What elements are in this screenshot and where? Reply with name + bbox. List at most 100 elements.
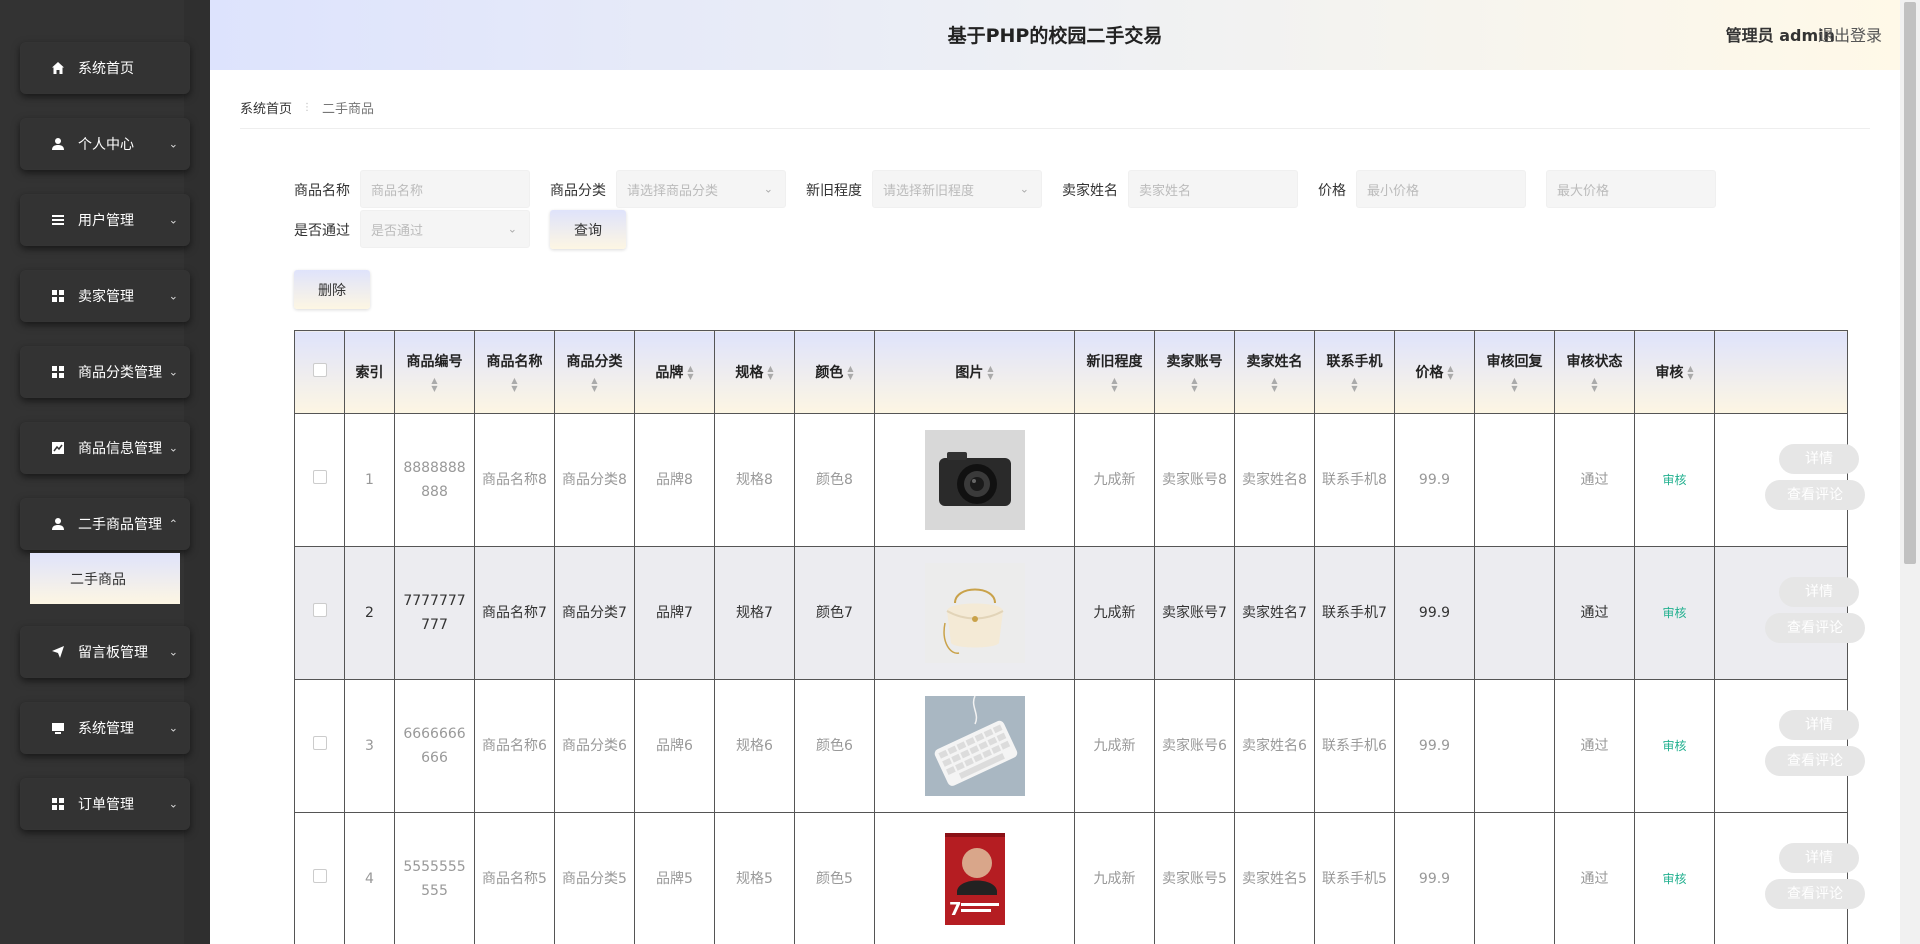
header-code[interactable]: 商品编号 ▲ ▼ (394, 330, 475, 414)
sort-icon[interactable]: ▲ ▼ (1555, 377, 1634, 393)
cell-phone: 联系手机7 (1314, 546, 1395, 680)
passed-select[interactable]: 是否通过 ⌄ (360, 210, 530, 248)
sidebar-item-product-info-management[interactable]: 商品信息管理 ⌄ (20, 422, 190, 474)
header-spec[interactable]: 规格 ▲ ▼ (714, 330, 795, 414)
sort-icon[interactable]: ▲ ▼ (1475, 377, 1554, 393)
sidebar-item-seller-management[interactable]: 卖家管理 ⌄ (20, 270, 190, 322)
logout-link[interactable]: 退出登录 (1818, 0, 1882, 70)
table-row: 4 5555555555 商品名称5 商品分类5 品牌5 规格5 颜色5 7 九… (294, 812, 1865, 944)
sort-icon[interactable]: ▲ ▼ (847, 365, 853, 381)
header-color[interactable]: 颜色 ▲ ▼ (794, 330, 875, 414)
header-image[interactable]: 图片 ▲ ▼ (874, 330, 1075, 414)
min-price-placeholder: 最小价格 (1367, 183, 1420, 199)
sort-icon[interactable]: ▲ ▼ (555, 377, 634, 393)
price-label: 价格 (1318, 183, 1346, 199)
view-comments-button[interactable]: 查看评论 (1765, 879, 1865, 909)
product-image-keyboard[interactable] (924, 696, 1025, 796)
product-image-bag[interactable] (924, 563, 1025, 663)
sort-icon[interactable]: ▲ ▼ (687, 365, 693, 381)
sort-icon[interactable]: ▲ ▼ (1155, 377, 1234, 393)
header-price[interactable]: 价格 ▲ ▼ (1394, 330, 1475, 414)
page-scrollbar[interactable] (1900, 0, 1920, 944)
chevron-down-icon: ⌄ (168, 365, 178, 379)
cell-category: 商品分类8 (554, 413, 635, 547)
sidebar-item-personal-center[interactable]: 个人中心 ⌄ (20, 118, 190, 170)
view-comments-button[interactable]: 查看评论 (1765, 480, 1865, 510)
monitor-icon (50, 720, 66, 736)
name-input[interactable]: 商品名称 (360, 170, 530, 208)
sort-icon[interactable]: ▲ ▼ (1075, 377, 1154, 393)
sidebar-item-home[interactable]: 系统首页 (20, 42, 190, 94)
view-comments-button[interactable]: 查看评论 (1765, 613, 1865, 643)
cell-name: 商品名称5 (474, 812, 555, 944)
min-price-input[interactable]: 最小价格 (1356, 170, 1526, 208)
header-status[interactable]: 审核状态 ▲ ▼ (1554, 330, 1635, 414)
sort-icon[interactable]: ▲ ▼ (987, 365, 993, 381)
sidebar-item-user-management[interactable]: 用户管理 ⌄ (20, 194, 190, 246)
max-price-input[interactable]: 最大价格 (1546, 170, 1716, 208)
cell-brand: 品牌7 (634, 546, 715, 680)
cell-audit: 审核 (1634, 679, 1715, 813)
detail-button[interactable]: 详情 (1779, 444, 1859, 474)
header-index: 索引 (344, 330, 395, 414)
chevron-down-icon: ⌄ (168, 137, 178, 151)
audit-link[interactable]: 审核 (1662, 606, 1686, 620)
sidebar-item-message-board[interactable]: 留言板管理 ⌄ (20, 626, 190, 678)
sidebar-item-category-management[interactable]: 商品分类管理 ⌄ (20, 346, 190, 398)
sidebar-subitem-secondhand-goods[interactable]: 二手商品 (30, 553, 180, 604)
select-all-checkbox[interactable] (312, 363, 327, 377)
detail-button[interactable]: 详情 (1779, 577, 1859, 607)
seller-input[interactable]: 卖家姓名 (1128, 170, 1298, 208)
detail-button[interactable]: 详情 (1779, 843, 1859, 873)
list-icon (50, 212, 66, 228)
chevron-down-icon: ⌄ (168, 289, 178, 303)
cell-code: 6666666666 (394, 679, 475, 813)
header-condition[interactable]: 新旧程度 ▲ ▼ (1074, 330, 1155, 414)
cell-reply (1474, 413, 1555, 547)
row-checkbox[interactable] (312, 603, 327, 617)
condition-select[interactable]: 请选择新旧程度 ⌄ (872, 170, 1042, 208)
product-image-book[interactable]: 7 (924, 829, 1025, 929)
header-name[interactable]: 商品名称 ▲ ▼ (474, 330, 555, 414)
audit-link[interactable]: 审核 (1662, 872, 1686, 886)
cell-category: 商品分类7 (554, 546, 635, 680)
query-button[interactable]: 查询 (550, 210, 626, 249)
row-checkbox[interactable] (312, 736, 327, 750)
audit-link[interactable]: 审核 (1662, 739, 1686, 753)
audit-link[interactable]: 审核 (1662, 473, 1686, 487)
sort-icon[interactable]: ▲ ▼ (1315, 377, 1394, 393)
header-audit[interactable]: 审核 ▲ ▼ (1634, 330, 1715, 414)
sort-icon[interactable]: ▲ ▼ (1687, 365, 1693, 381)
product-image-camera[interactable] (924, 430, 1025, 530)
sort-icon[interactable]: ▲ ▼ (475, 377, 554, 393)
header-select-all[interactable] (294, 330, 345, 414)
view-comments-button[interactable]: 查看评论 (1765, 746, 1865, 776)
header-seller-name[interactable]: 卖家姓名 ▲ ▼ (1234, 330, 1315, 414)
sidebar-item-label: 系统管理 (78, 721, 134, 737)
sidebar-item-secondhand-management[interactable]: 二手商品管理 ⌃ (20, 498, 190, 550)
sort-icon[interactable]: ▲ ▼ (767, 365, 773, 381)
sidebar-item-order-management[interactable]: 订单管理 ⌄ (20, 778, 190, 830)
breadcrumb-home[interactable]: 系统首页 (240, 98, 292, 117)
cell-category: 商品分类5 (554, 812, 635, 944)
header-seller-account[interactable]: 卖家账号 ▲ ▼ (1154, 330, 1235, 414)
cell-seller-account: 卖家账号5 (1154, 812, 1235, 944)
sort-icon[interactable]: ▲ ▼ (395, 377, 474, 393)
row-checkbox[interactable] (312, 470, 327, 484)
sort-icon[interactable]: ▲ ▼ (1447, 365, 1453, 381)
sort-icon[interactable]: ▲ ▼ (1235, 377, 1314, 393)
detail-button[interactable]: 详情 (1779, 710, 1859, 740)
cell-image (874, 546, 1075, 680)
sidebar-item-system-management[interactable]: 系统管理 ⌄ (20, 702, 190, 754)
home-icon (50, 60, 66, 76)
scrollbar-thumb[interactable] (1904, 2, 1916, 564)
cell-color: 颜色8 (794, 413, 875, 547)
header-phone[interactable]: 联系手机 ▲ ▼ (1314, 330, 1395, 414)
delete-button[interactable]: 删除 (294, 270, 370, 309)
header-brand[interactable]: 品牌 ▲ ▼ (634, 330, 715, 414)
row-checkbox[interactable] (312, 869, 327, 883)
category-select[interactable]: 请选择商品分类 ⌄ (616, 170, 786, 208)
header-category[interactable]: 商品分类 ▲ ▼ (554, 330, 635, 414)
cell-index: 4 (344, 812, 395, 944)
header-reply[interactable]: 审核回复 ▲ ▼ (1474, 330, 1555, 414)
